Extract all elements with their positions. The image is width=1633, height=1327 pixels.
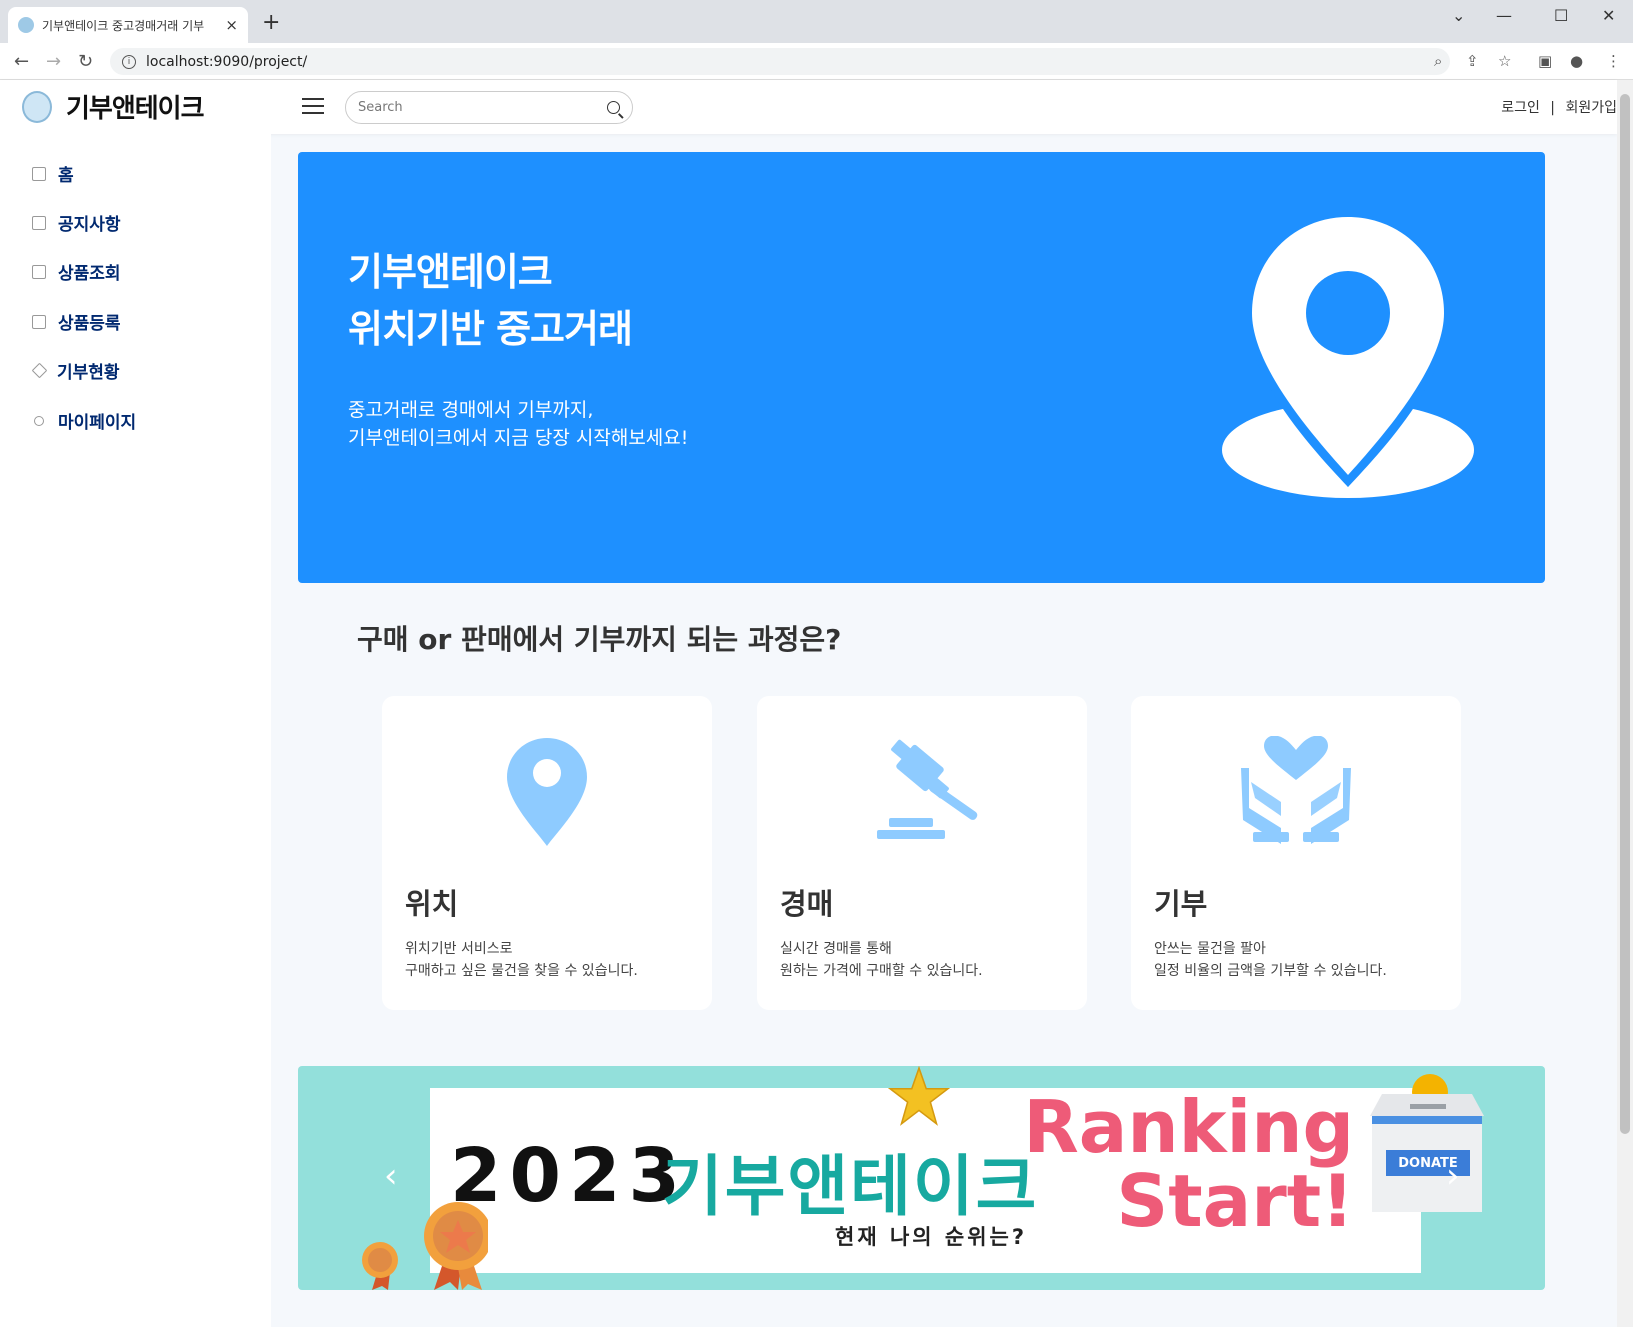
zoom-icon[interactable]: ⌕ xyxy=(1434,52,1442,70)
favicon-icon xyxy=(18,17,34,33)
close-window-button[interactable]: ✕ xyxy=(1602,6,1615,25)
sidebar-item-product-register[interactable]: 상품등록 xyxy=(32,309,121,334)
card-description: 위치기반 서비스로 구매하고 싶은 물건을 찾을 수 있습니다. xyxy=(405,938,638,982)
browser-tabbar: 기부앤테이크 중고경매거래 기부 × + ⌄ — ☐ ✕ xyxy=(0,0,1633,43)
new-tab-button[interactable]: + xyxy=(262,10,280,35)
share-icon[interactable]: ⇪ xyxy=(1466,52,1479,70)
hero-sub-line1: 중고거래로 경매에서 기부까지, xyxy=(348,399,594,421)
page-scrollbar[interactable] xyxy=(1617,80,1633,1327)
sidebar: 홈 공지사항 상품조회 상품등록 기부현황 마이페이지 xyxy=(0,134,271,1327)
banner-name: 기부앤테이크 xyxy=(662,1148,1039,1225)
heart-hands-icon xyxy=(1241,736,1351,844)
auth-links: 로그인 | 회원가입 xyxy=(1501,97,1617,117)
search-icon[interactable] xyxy=(607,101,620,114)
logo-text: 기부앤테이크 xyxy=(66,94,205,124)
location-pin-icon xyxy=(507,738,587,846)
site-info-icon[interactable]: i xyxy=(122,54,136,69)
sidebar-item-notice[interactable]: 공지사항 xyxy=(32,210,121,235)
grid-icon xyxy=(32,166,46,181)
card-desc-line1: 안쓰는 물건을 팔아 xyxy=(1154,941,1266,957)
card-title: 위치 xyxy=(405,887,459,921)
card-title: 경매 xyxy=(780,887,834,921)
banner-ranking-text: Ranking Start! xyxy=(1018,1090,1354,1238)
tab-close-icon[interactable]: × xyxy=(225,16,238,34)
hero-subtitle: 중고거래로 경매에서 기부까지, 기부앤테이크에서 지금 당장 시작해보세요! xyxy=(348,396,688,452)
table-icon xyxy=(32,264,46,279)
sidebar-item-home[interactable]: 홈 xyxy=(32,161,74,186)
card-desc-line1: 실시간 경매를 통해 xyxy=(780,941,892,957)
card-desc-line2: 일정 비율의 금액을 기부할 수 있습니다. xyxy=(1154,963,1387,979)
sidebar-item-label: 마이페이지 xyxy=(58,413,137,433)
banner-subtitle: 현재 나의 순위는? xyxy=(835,1225,1028,1249)
forward-button[interactable]: → xyxy=(46,51,61,72)
logo[interactable]: 기부앤테이크 xyxy=(22,88,205,125)
star-icon[interactable]: ☆ xyxy=(1498,52,1511,70)
search-input[interactable]: Search xyxy=(345,91,633,124)
hero-title: 기부앤테이크 위치기반 중고거래 xyxy=(348,244,633,358)
person-icon xyxy=(34,415,44,426)
login-link[interactable]: 로그인 xyxy=(1501,100,1540,116)
carousel-next-button[interactable]: › xyxy=(1446,1156,1460,1196)
maximize-button[interactable]: ☐ xyxy=(1554,6,1568,25)
auth-separator: | xyxy=(1550,100,1556,116)
hamburger-menu-icon[interactable] xyxy=(302,98,324,116)
ranking-line2: Start! xyxy=(1116,1159,1354,1243)
hero-sub-line2: 기부앤테이크에서 지금 당장 시작해보세요! xyxy=(348,427,689,449)
profile-icon[interactable]: ● xyxy=(1570,52,1583,70)
card-description: 실시간 경매를 통해 원하는 가격에 구매할 수 있습니다. xyxy=(780,938,983,982)
card-desc-line2: 원하는 가격에 구매할 수 있습니다. xyxy=(780,963,983,979)
sidebar-item-label: 상품등록 xyxy=(58,314,121,334)
address-bar[interactable]: i localhost:9090/project/ xyxy=(110,48,1450,75)
journal-icon xyxy=(32,215,46,230)
url-text: localhost:9090/project/ xyxy=(146,53,308,70)
back-button[interactable]: ← xyxy=(14,51,29,72)
tab-search-chevron-icon[interactable]: ⌄ xyxy=(1452,6,1465,25)
browser-tab[interactable]: 기부앤테이크 중고경매거래 기부 × xyxy=(8,7,248,43)
signup-link[interactable]: 회원가입 xyxy=(1565,100,1617,116)
sidebar-item-donation-status[interactable]: 기부현황 xyxy=(31,358,120,383)
card-description: 안쓰는 물건을 팔아 일정 비율의 금액을 기부할 수 있습니다. xyxy=(1154,938,1387,982)
process-card-auction: 경매 실시간 경매를 통해 원하는 가격에 구매할 수 있습니다. xyxy=(757,696,1087,1010)
menu-icon[interactable]: ⋮ xyxy=(1606,52,1621,70)
sidebar-item-label: 공지사항 xyxy=(58,215,121,235)
reload-button[interactable]: ↻ xyxy=(78,51,93,72)
hero-banner: 기부앤테이크 위치기반 중고거래 중고거래로 경매에서 기부까지, 기부앤테이크… xyxy=(298,152,1545,583)
card-desc-line1: 위치기반 서비스로 xyxy=(405,941,513,957)
sidebar-item-label: 홈 xyxy=(58,166,74,186)
search-placeholder: Search xyxy=(358,100,403,115)
sidebar-item-label: 상품조회 xyxy=(58,264,121,284)
card-title: 기부 xyxy=(1154,887,1208,921)
location-pin-icon xyxy=(1222,217,1474,498)
process-title: 구매 or 판매에서 기부까지 되는 과정은? xyxy=(357,623,842,656)
process-card-donation: 기부 안쓰는 물건을 팔아 일정 비율의 금액을 기부할 수 있습니다. xyxy=(1131,696,1461,1010)
sidebar-item-product-list[interactable]: 상품조회 xyxy=(32,259,121,284)
scrollbar-thumb[interactable] xyxy=(1620,94,1630,1134)
card-desc-line2: 구매하고 싶은 물건을 찾을 수 있습니다. xyxy=(405,963,638,979)
minimize-button[interactable]: — xyxy=(1496,6,1512,25)
donation-box-icon xyxy=(1370,1074,1484,1212)
carousel-prev-button[interactable]: ‹ xyxy=(384,1156,398,1196)
sidebar-item-mypage[interactable]: 마이페이지 xyxy=(32,408,136,433)
sidebar-item-label: 기부현황 xyxy=(57,363,120,383)
hero-title-line2: 위치기반 중고거래 xyxy=(348,307,633,351)
ranking-banner-carousel: 2023 기부앤테이크 현재 나의 순위는? Ranking Start! DO… xyxy=(298,1066,1545,1290)
gavel-icon xyxy=(877,739,978,839)
hero-title-line1: 기부앤테이크 xyxy=(348,250,553,294)
ranking-line1: Ranking xyxy=(1023,1085,1354,1169)
medal-icon xyxy=(362,1202,488,1290)
process-card-location: 위치 위치기반 서비스로 구매하고 싶은 물건을 찾을 수 있습니다. xyxy=(382,696,712,1010)
table-icon xyxy=(32,314,46,329)
gem-icon xyxy=(31,362,48,379)
browser-toolbar: ← → ↻ i localhost:9090/project/ ⌕ ⇪ ☆ ▣ … xyxy=(0,43,1633,80)
star-icon xyxy=(888,1066,950,1126)
sidepanel-icon[interactable]: ▣ xyxy=(1538,52,1552,70)
tab-title: 기부앤테이크 중고경매거래 기부 xyxy=(42,18,205,33)
logo-mark-icon xyxy=(22,90,52,123)
app-header: 기부앤테이크 Search 로그인 | 회원가입 xyxy=(0,80,1617,134)
